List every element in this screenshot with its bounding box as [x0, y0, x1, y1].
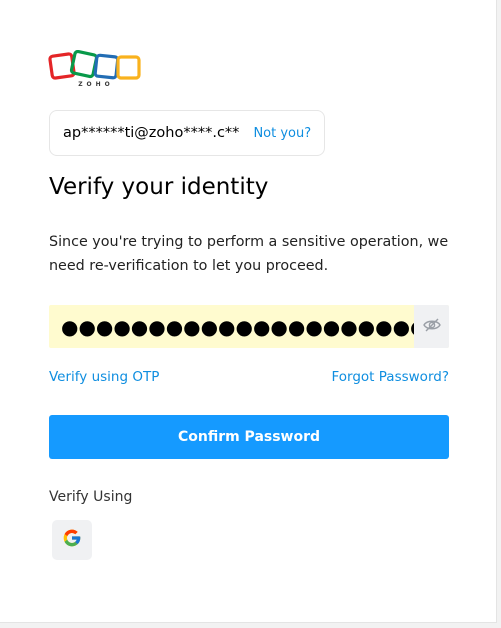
logo-wordmark: ZOHO — [78, 81, 114, 88]
page-description: Since you're trying to perform a sensiti… — [49, 234, 449, 274]
verify-using-label: Verify Using — [49, 489, 133, 505]
masked-email: ap******ti@zoho****.c** — [63, 125, 240, 141]
password-field-wrapper: ●●●●●●●●●●●●●●●●●●●●●●●●●● — [49, 305, 449, 348]
alternate-links: Verify using OTP Forgot Password? — [49, 369, 449, 385]
confirm-password-button[interactable]: Confirm Password — [49, 415, 449, 459]
eye-hidden-icon — [422, 317, 441, 336]
verify-otp-link[interactable]: Verify using OTP — [49, 369, 159, 385]
password-input[interactable]: ●●●●●●●●●●●●●●●●●●●●●●●●●● — [49, 305, 449, 348]
forgot-password-link[interactable]: Forgot Password? — [332, 369, 450, 385]
zoho-logo: ZOHO — [48, 50, 144, 92]
account-chip: ap******ti@zoho****.c** Not you? — [49, 110, 326, 156]
verify-card: ZOHO ap******ti@zoho****.c** Not you? Ve… — [0, 0, 497, 623]
page-title: Verify your identity — [49, 174, 269, 200]
google-icon — [62, 528, 82, 552]
not-you-link[interactable]: Not you? — [253, 126, 311, 141]
google-signin-button[interactable] — [52, 520, 92, 560]
show-password-toggle[interactable] — [414, 305, 449, 348]
